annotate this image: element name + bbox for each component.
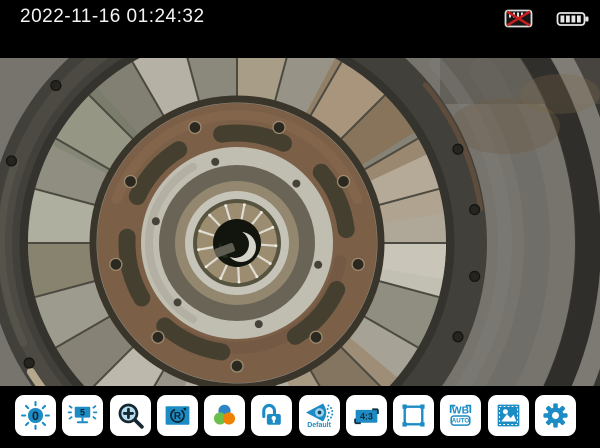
svg-text:4:3: 4:3 (360, 411, 373, 421)
camera-frame (0, 58, 600, 386)
svg-text:0: 0 (32, 408, 39, 422)
photo-gallery-icon (493, 400, 524, 431)
svg-text:AUTO: AUTO (452, 417, 470, 424)
battery-icon (556, 10, 590, 33)
screen-brightness-button[interactable]: 5 (62, 395, 103, 436)
white-balance-button[interactable]: WB AUTO (440, 395, 481, 436)
frame-corners-icon (398, 400, 429, 431)
timestamp: 2022-11-16 01:24:32 (20, 6, 205, 28)
sun-brightness-icon: 0 (20, 400, 51, 431)
status-icons (503, 7, 590, 35)
freeze-frame-button[interactable] (393, 395, 434, 436)
magnifier-plus-icon (115, 400, 146, 431)
effect-default-label: Default (307, 422, 331, 429)
lock-button[interactable] (251, 395, 292, 436)
status-bar: 2022-11-16 01:24:32 (0, 0, 600, 58)
svg-text:5: 5 (80, 407, 85, 417)
aspect-ratio-button[interactable]: 4:3 (346, 395, 387, 436)
zoom-button[interactable] (110, 395, 151, 436)
camera-toolbar: 0 5 (0, 386, 600, 448)
effect-default-button[interactable]: Default (299, 395, 340, 436)
settings-button[interactable] (535, 395, 576, 436)
monitor-brightness-icon: 5 (67, 400, 98, 431)
color-circles-icon (209, 400, 240, 431)
wb-auto-icon: WB AUTO (445, 400, 476, 431)
unlock-icon (256, 400, 287, 431)
aspect-ratio-icon: 4:3 (351, 400, 382, 431)
svg-text:WB: WB (452, 405, 469, 416)
rotate-button[interactable]: R (157, 395, 198, 436)
led-brightness-button[interactable]: 0 (15, 395, 56, 436)
gallery-button[interactable] (488, 395, 529, 436)
sd-card-missing-icon (503, 7, 534, 35)
eye-effect-icon (304, 402, 334, 423)
camera-live-view (0, 58, 600, 386)
rotate-r-icon: R (162, 400, 193, 431)
endoscope-camera-app: 2022-11-16 01:24:32 (0, 0, 600, 448)
color-mode-button[interactable] (204, 395, 245, 436)
gear-icon (540, 400, 571, 431)
svg-text:R: R (174, 411, 182, 422)
